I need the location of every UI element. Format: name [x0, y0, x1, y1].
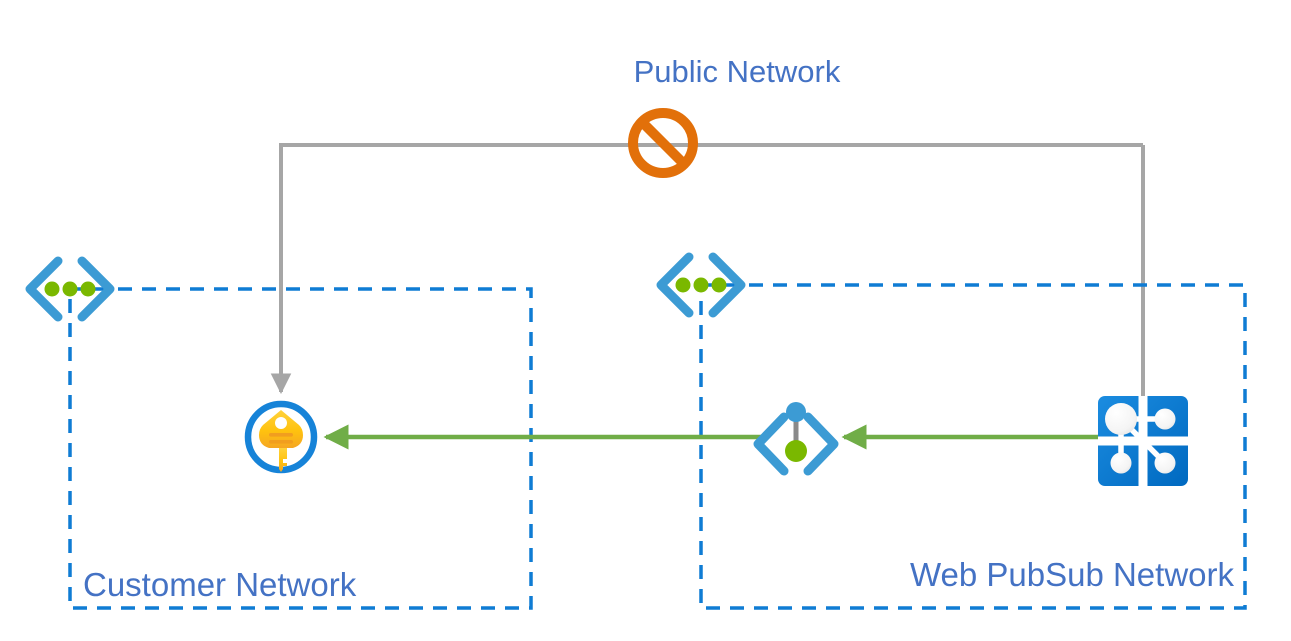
private-endpoint-top-dot — [786, 402, 806, 422]
customer-network-label: Customer Network — [83, 566, 357, 603]
key-icon-hole — [275, 417, 287, 429]
web-pubsub-icon — [1098, 396, 1188, 486]
web-pubsub-icon-hub-node — [1105, 403, 1137, 435]
web-pubsub-icon-node — [1154, 452, 1176, 474]
web-pubsub-network-label: Web PubSub Network — [910, 556, 1235, 593]
private-endpoint-bottom-dot — [785, 440, 807, 462]
key-icon — [244, 400, 318, 474]
network-diagram: Public Network Customer Network Web PubS… — [0, 0, 1291, 641]
web-pubsub-icon-node — [1110, 452, 1132, 474]
private-endpoint-icon — [753, 402, 839, 476]
web-pubsub-icon-node — [1154, 408, 1176, 430]
public-network-line — [270, 143, 1143, 395]
public-network-title: Public Network — [634, 54, 841, 89]
private-endpoint-right-bracket — [803, 412, 839, 476]
diagram-canvas: Public Network Customer Network Web PubS… — [25, 54, 1247, 610]
public-network-connection — [270, 143, 1145, 398]
private-endpoint-left-bracket — [753, 412, 789, 476]
